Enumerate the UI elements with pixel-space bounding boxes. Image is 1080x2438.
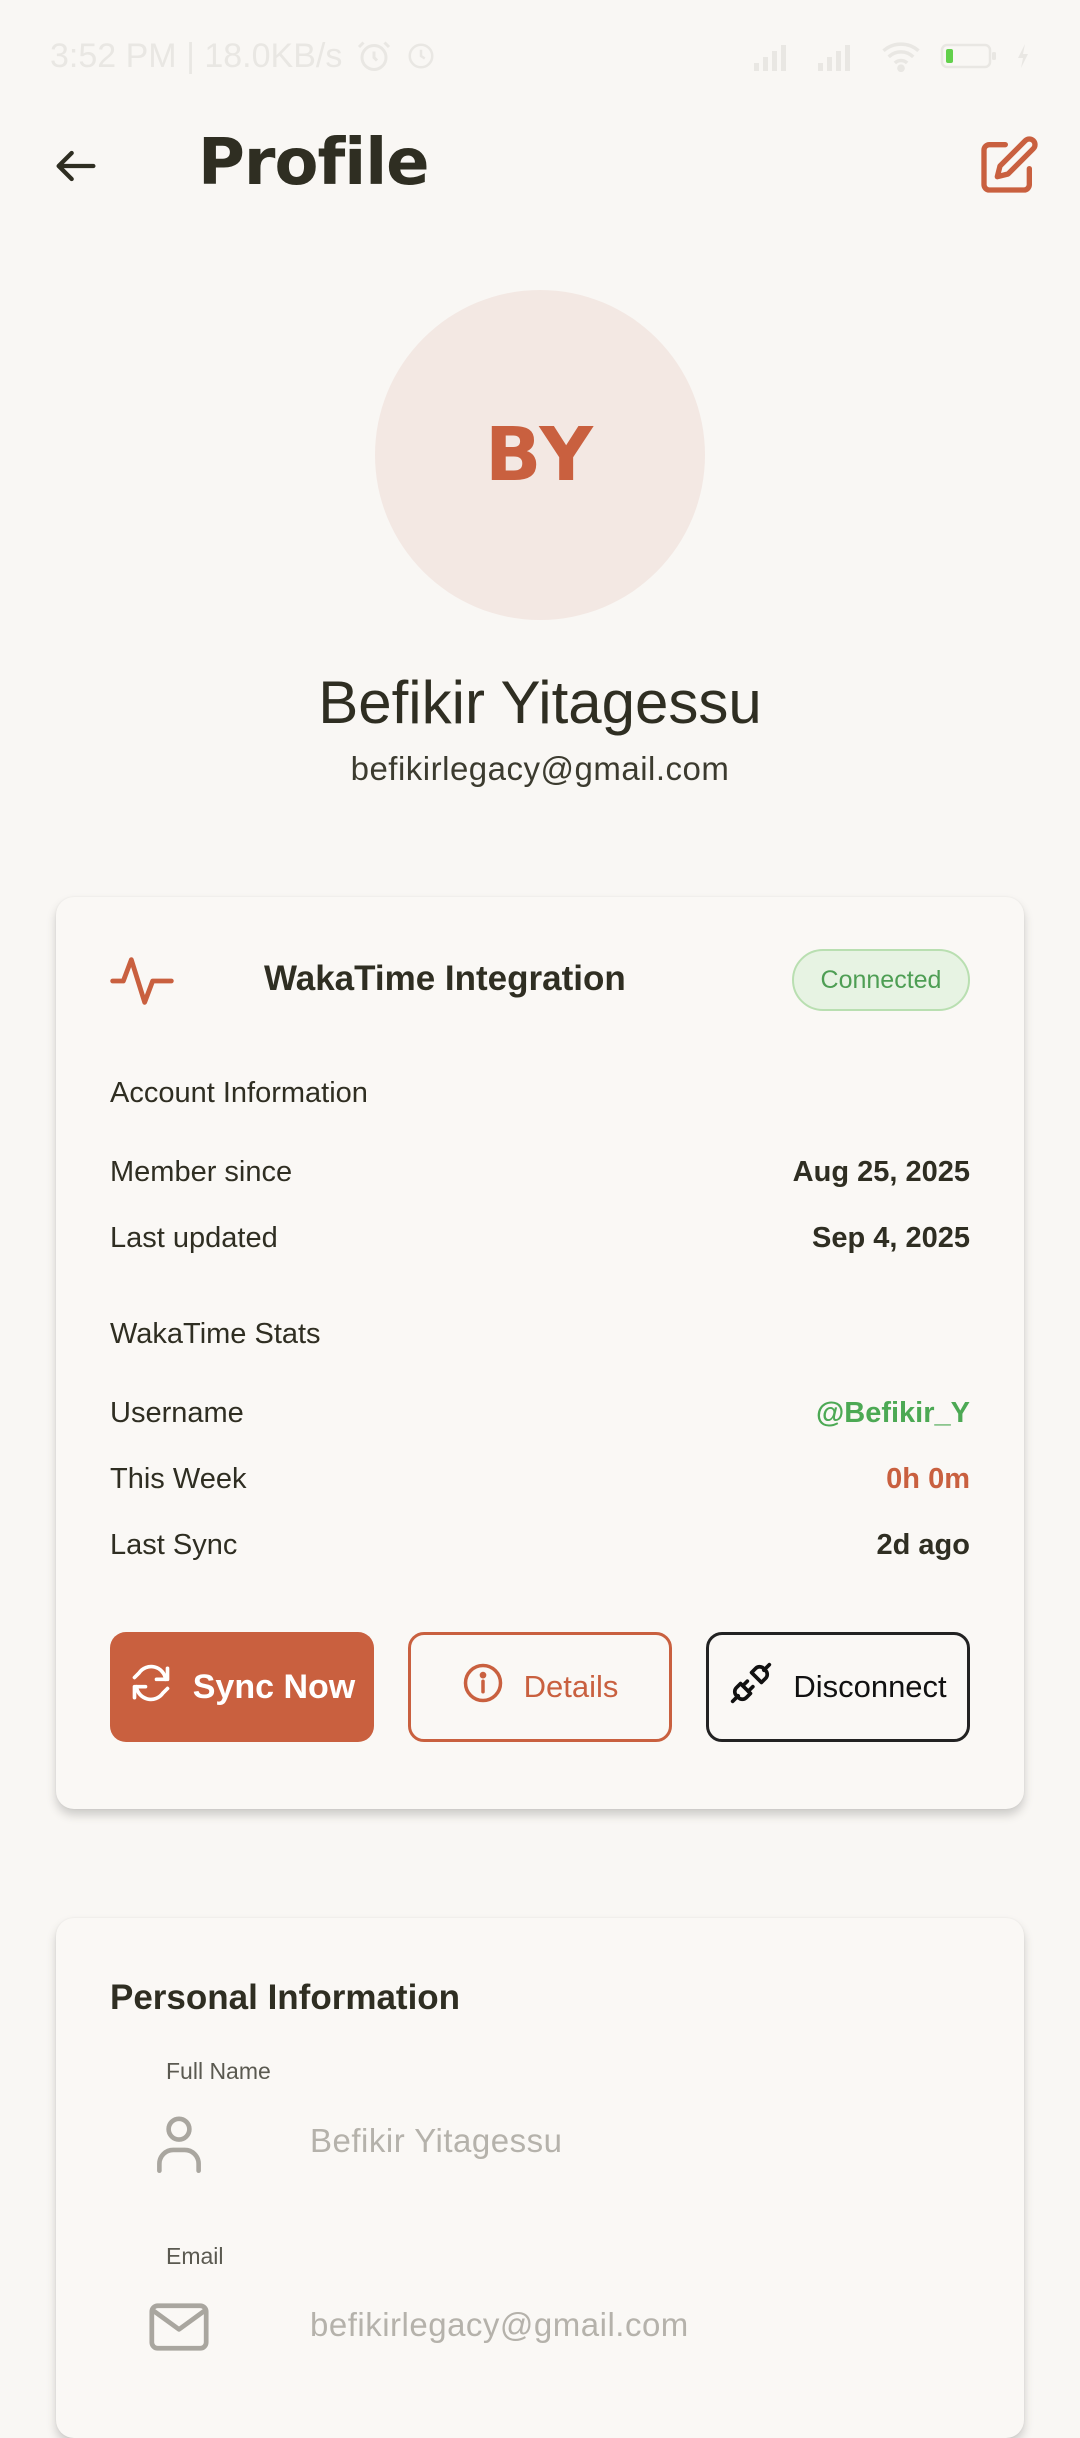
wakatime-header: WakaTime Integration Connected: [110, 947, 970, 1015]
email-field[interactable]: befikirlegacy@gmail.com: [144, 2292, 964, 2362]
info-icon: [462, 1662, 504, 1712]
app-header: Profile: [0, 112, 1080, 224]
this-week-value: 0h 0m: [886, 1462, 970, 1495]
email-value: befikirlegacy@gmail.com: [310, 2306, 689, 2343]
refresh-icon: [129, 1661, 173, 1714]
last-sync-value: 2d ago: [876, 1528, 970, 1561]
last-sync-row: Last Sync 2d ago: [110, 1523, 970, 1567]
alarm-icon: [356, 38, 392, 74]
avatar: BY: [375, 290, 705, 620]
battery-icon: [940, 42, 998, 70]
status-left: 3:52 PM | 18.0KB/s: [50, 37, 436, 76]
full-name-label: Full Name: [166, 2058, 271, 2084]
this-week-label: This Week: [110, 1462, 247, 1495]
wifi-icon: [880, 40, 922, 72]
personal-info-title: Personal Information: [110, 1978, 461, 2017]
last-updated-value: Sep 4, 2025: [812, 1221, 970, 1254]
mail-icon: [144, 2292, 214, 2362]
this-week-row: This Week 0h 0m: [110, 1457, 970, 1501]
full-name-field[interactable]: Befikir Yitagessu: [144, 2108, 964, 2178]
username-value: @Befikir_Y: [815, 1396, 970, 1429]
last-sync-label: Last Sync: [110, 1528, 238, 1561]
wakatime-title: WakaTime Integration: [264, 959, 626, 998]
wakatime-card: WakaTime Integration Connected Account I…: [56, 897, 1024, 1809]
status-bar: 3:52 PM | 18.0KB/s: [0, 0, 1080, 112]
page-title: Profile: [198, 126, 430, 200]
clock-icon: [406, 41, 436, 71]
activity-icon: [110, 949, 174, 1013]
disconnect-label: Disconnect: [793, 1669, 947, 1704]
stats-section-label: WakaTime Stats: [110, 1318, 321, 1350]
status-time: 3:52 PM | 18.0KB/s: [50, 36, 343, 75]
full-name-value: Befikir Yitagessu: [310, 2122, 563, 2159]
disconnect-button[interactable]: Disconnect: [706, 1632, 970, 1742]
email-label: Email: [166, 2243, 224, 2269]
edit-profile-button[interactable]: [972, 132, 1044, 204]
sync-now-button[interactable]: Sync Now: [110, 1632, 374, 1742]
arrow-left-icon: [50, 140, 102, 197]
member-since-label: Member since: [110, 1155, 293, 1188]
status-right: [752, 40, 1030, 72]
avatar-initials: BY: [485, 412, 595, 498]
back-button[interactable]: [44, 136, 108, 200]
edit-icon: [976, 134, 1040, 203]
unplug-icon: [729, 1661, 773, 1713]
details-label: Details: [523, 1669, 619, 1704]
sync-now-label: Sync Now: [192, 1667, 356, 1706]
profile-email: befikirlegacy@gmail.com: [350, 750, 730, 787]
personal-info-card: Personal Information Full Name Befikir Y…: [56, 1918, 1024, 2438]
wakatime-actions: Sync Now Details Disconnect: [110, 1632, 970, 1742]
username-row: Username @Befikir_Y: [110, 1391, 970, 1435]
profile-name: Befikir Yitagessu: [318, 669, 762, 736]
user-icon: [144, 2108, 214, 2178]
details-button[interactable]: Details: [408, 1632, 672, 1742]
account-section-label: Account Information: [110, 1077, 368, 1109]
last-updated-row: Last updated Sep 4, 2025: [110, 1216, 970, 1260]
username-label: Username: [110, 1396, 244, 1429]
last-updated-label: Last updated: [110, 1221, 278, 1254]
charging-icon: [1016, 43, 1030, 69]
status-badge: Connected: [792, 949, 970, 1011]
member-since-value: Aug 25, 2025: [792, 1155, 970, 1188]
member-since-row: Member since Aug 25, 2025: [110, 1150, 970, 1194]
signal-icon: [752, 41, 798, 71]
signal-icon: [816, 41, 862, 71]
